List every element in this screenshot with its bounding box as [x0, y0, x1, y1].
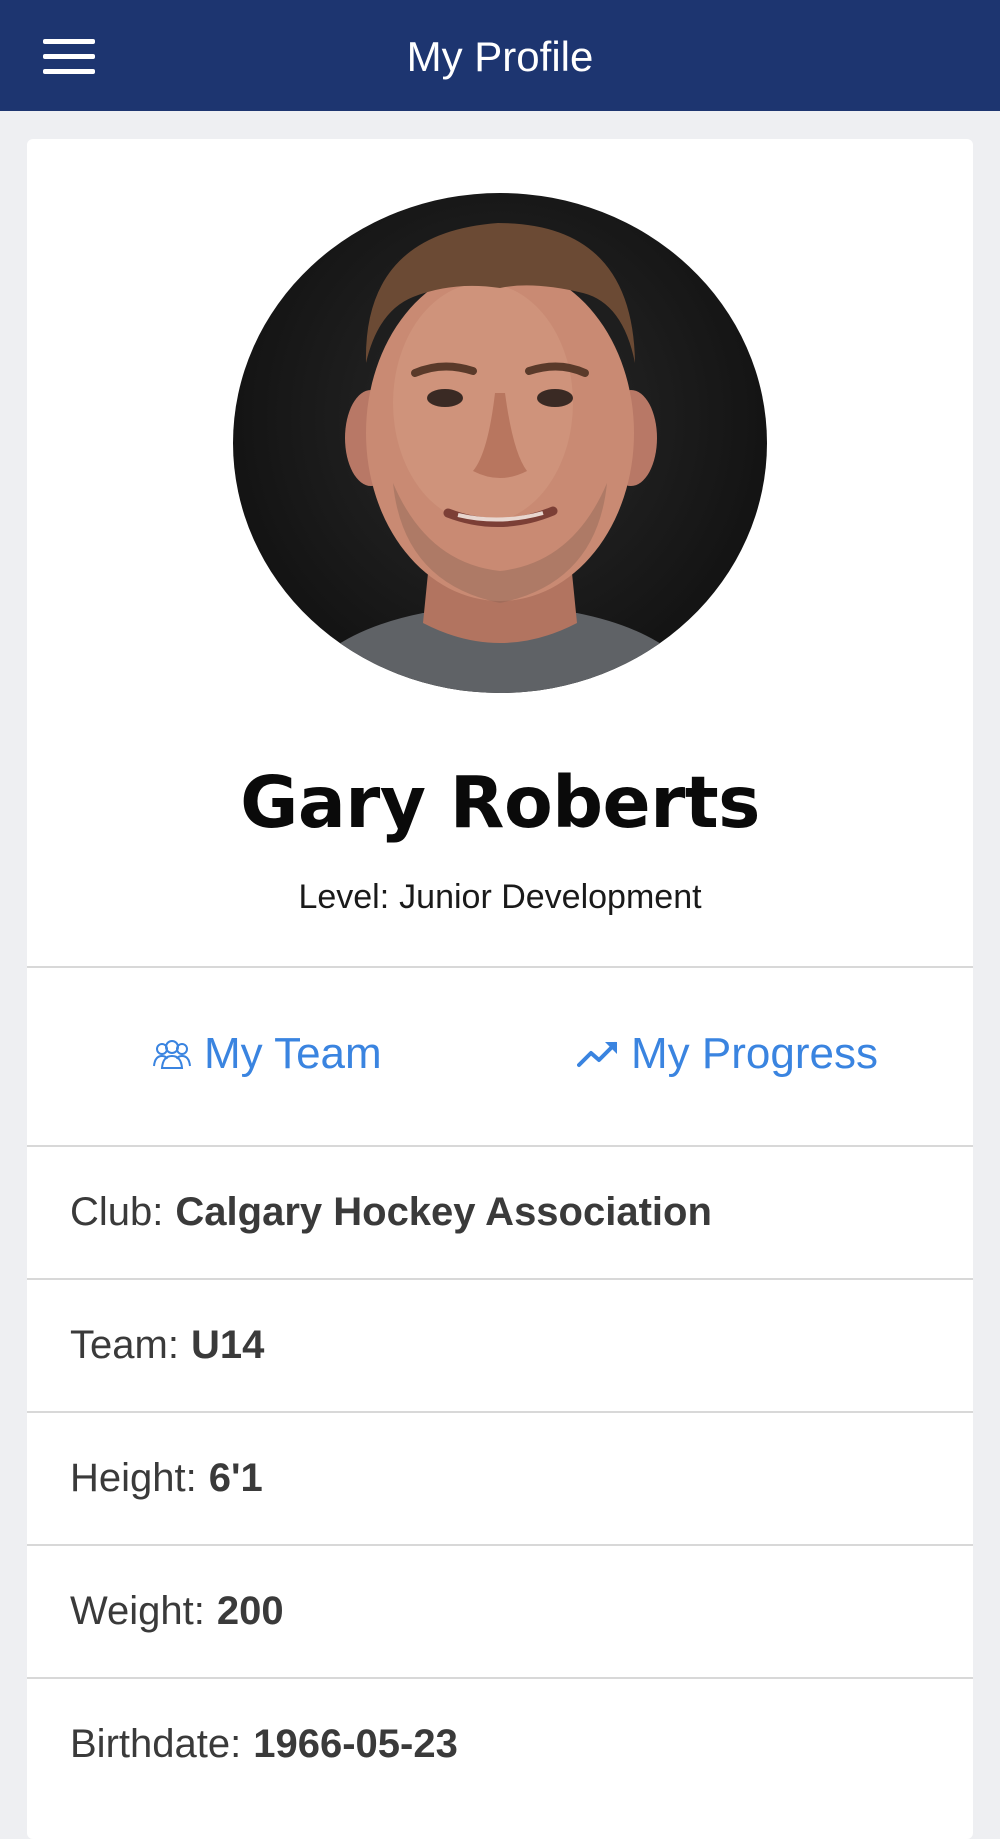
level-line: Level: Junior Development: [27, 877, 973, 917]
level-label: Level:: [298, 878, 390, 916]
detail-label: Birthdate:: [70, 1722, 242, 1766]
detail-value: 6'1: [208, 1456, 263, 1500]
detail-label: Team:: [70, 1323, 179, 1367]
my-progress-link[interactable]: My Progress: [577, 1019, 878, 1089]
detail-row-weight: Weight: 200: [27, 1546, 973, 1677]
trending-up-icon: [577, 1039, 619, 1069]
page-title: My Profile: [406, 33, 594, 80]
detail-row-team: Team: U14: [27, 1280, 973, 1411]
detail-value: 1966-05-23: [253, 1722, 458, 1766]
detail-row-height: Height: 6'1: [27, 1413, 973, 1544]
detail-label: Club:: [70, 1190, 164, 1234]
my-progress-label: My Progress: [631, 1029, 878, 1078]
level-value: Junior Development: [399, 878, 702, 916]
profile-name: Gary Roberts: [240, 761, 760, 844]
avatar-photo: [293, 223, 707, 693]
detail-label: Weight:: [70, 1589, 205, 1633]
detail-value: 200: [216, 1589, 284, 1633]
detail-value: Calgary Hockey Association: [175, 1190, 712, 1234]
top-app-bar: My Profile: [0, 0, 1000, 111]
divider: [27, 966, 973, 968]
profile-card: Gary Roberts Level: Junior Development My…: [27, 139, 973, 1839]
detail-row-club: Club: Calgary Hockey Association: [27, 1147, 973, 1278]
my-team-link[interactable]: My Team: [152, 1019, 382, 1089]
detail-row-birthdate: Birthdate: 1966-05-23: [27, 1679, 973, 1810]
team-icon: [152, 1038, 192, 1070]
avatar: [233, 193, 767, 693]
detail-label: Height:: [70, 1456, 197, 1500]
detail-value: U14: [190, 1323, 265, 1367]
my-team-label: My Team: [204, 1029, 382, 1078]
